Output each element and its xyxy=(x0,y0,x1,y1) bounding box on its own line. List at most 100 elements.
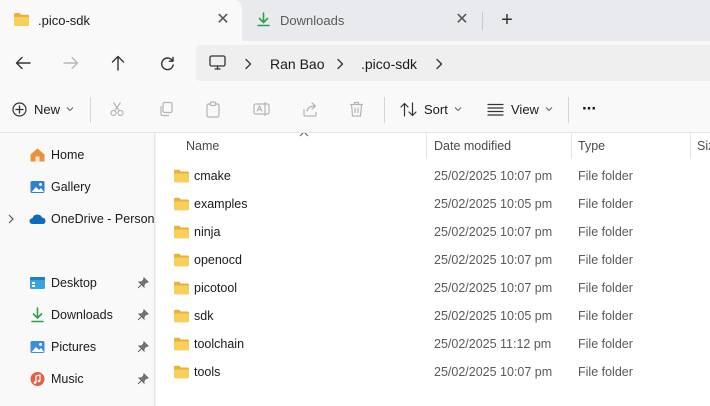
chevron-right-icon[interactable] xyxy=(434,58,444,70)
navigation-pane: Home Gallery OneDrive - Personal Desktop xyxy=(0,133,155,406)
chevron-right-icon[interactable] xyxy=(335,58,345,70)
file-type: File folder xyxy=(578,197,633,211)
pin-icon[interactable] xyxy=(137,341,149,353)
breadcrumb-pico-sdk[interactable]: .pico-sdk xyxy=(361,56,417,72)
arrow-up-icon xyxy=(111,55,125,71)
folder-icon xyxy=(174,253,189,267)
chevron-right-icon[interactable] xyxy=(7,214,15,224)
refresh-button[interactable] xyxy=(155,51,179,75)
address-row: Ran Bao .pico-sdk xyxy=(0,41,710,85)
nav-item-onedrive[interactable]: OneDrive - Personal xyxy=(0,205,154,233)
folder-icon xyxy=(174,337,189,351)
copy-icon xyxy=(160,101,173,117)
close-tab-icon[interactable]: ✕ xyxy=(455,12,469,28)
folder-icon xyxy=(174,365,189,379)
column-header-name[interactable]: Name xyxy=(186,139,219,153)
nav-item-pictures[interactable]: Pictures xyxy=(0,333,154,361)
tab-downloads[interactable]: Downloads ✕ xyxy=(242,0,482,41)
home-icon xyxy=(30,148,45,162)
file-name: cmake xyxy=(194,169,231,183)
table-row[interactable]: ninja 25/02/2025 10:07 pm File folder xyxy=(156,218,710,246)
table-row[interactable]: toolchain 25/02/2025 11:12 pm File folder xyxy=(156,330,710,358)
file-name: picotool xyxy=(194,281,238,295)
file-date-modified: 25/02/2025 10:07 pm xyxy=(434,281,553,295)
cut-button[interactable] xyxy=(109,97,125,121)
chevron-right-icon[interactable] xyxy=(243,58,253,70)
nav-item-desktop[interactable]: Desktop xyxy=(0,269,154,297)
new-label: New xyxy=(34,101,61,117)
share-button[interactable] xyxy=(302,97,318,121)
download-icon xyxy=(31,307,44,323)
pin-icon[interactable] xyxy=(137,309,149,321)
nav-item-label: Desktop xyxy=(51,276,97,290)
download-icon xyxy=(257,12,270,27)
address-bar[interactable]: Ran Bao .pico-sdk xyxy=(196,45,710,81)
column-header-date[interactable]: Date modified xyxy=(434,139,511,153)
tab-label: Downloads xyxy=(280,13,345,28)
file-type: File folder xyxy=(578,225,633,239)
table-row[interactable]: cmake 25/02/2025 10:07 pm File folder xyxy=(156,162,710,190)
tab-pico-sdk[interactable]: .pico-sdk ✕ xyxy=(0,0,242,41)
chevron-down-icon xyxy=(454,107,462,112)
column-header-type[interactable]: Type xyxy=(578,139,605,153)
up-button[interactable] xyxy=(106,51,130,75)
table-row[interactable]: picotool 25/02/2025 10:07 pm File folder xyxy=(156,274,710,302)
breadcrumb-ran-bao[interactable]: Ran Bao xyxy=(270,56,324,72)
close-tab-icon[interactable]: ✕ xyxy=(216,12,230,28)
arrow-right-icon xyxy=(63,56,79,70)
file-type: File folder xyxy=(578,365,633,379)
table-row[interactable]: sdk 25/02/2025 10:05 pm File folder xyxy=(156,302,710,330)
table-row[interactable]: tools 25/02/2025 10:07 pm File folder xyxy=(156,358,710,386)
table-row[interactable]: examples 25/02/2025 10:05 pm File folder xyxy=(156,190,710,218)
scissors-icon xyxy=(110,102,124,117)
file-name: openocd xyxy=(194,253,242,267)
sort-icon xyxy=(400,101,417,117)
arrow-left-icon xyxy=(15,56,31,70)
back-button[interactable] xyxy=(11,51,35,75)
nav-item-label: Gallery xyxy=(51,180,91,194)
more-options-button[interactable]: ··· xyxy=(582,97,597,121)
desktop-icon xyxy=(30,277,45,289)
sort-button[interactable]: Sort xyxy=(400,97,462,121)
view-label: View xyxy=(511,101,539,117)
view-button[interactable]: View xyxy=(487,97,553,121)
file-type: File folder xyxy=(578,253,633,267)
nav-item-home[interactable]: Home xyxy=(0,141,154,169)
column-resize-handle[interactable] xyxy=(426,133,427,159)
trash-icon xyxy=(350,101,363,117)
pictures-icon xyxy=(30,341,45,353)
file-date-modified: 25/02/2025 10:07 pm xyxy=(434,253,553,267)
chevron-down-icon xyxy=(545,107,553,112)
new-tab-icon[interactable]: + xyxy=(497,10,517,30)
paste-button[interactable] xyxy=(205,97,221,121)
file-name: examples xyxy=(194,197,248,211)
folder-icon xyxy=(174,225,189,239)
column-resize-handle[interactable] xyxy=(690,133,691,159)
column-header-size[interactable]: Size xyxy=(697,139,710,153)
file-date-modified: 25/02/2025 10:07 pm xyxy=(434,169,553,183)
nav-item-music[interactable]: Music xyxy=(0,365,154,393)
pin-icon[interactable] xyxy=(137,373,149,385)
pin-icon[interactable] xyxy=(137,277,149,289)
delete-button[interactable] xyxy=(349,97,364,121)
copy-button[interactable] xyxy=(158,97,174,121)
folder-icon xyxy=(174,281,189,295)
file-type: File folder xyxy=(578,337,633,351)
nav-item-label: Home xyxy=(51,148,85,162)
new-button[interactable]: New xyxy=(12,97,74,121)
column-resize-handle[interactable] xyxy=(571,133,572,159)
file-type: File folder xyxy=(578,169,633,183)
folder-icon xyxy=(174,309,189,323)
folder-icon xyxy=(14,13,29,26)
table-row[interactable]: openocd 25/02/2025 10:07 pm File folder xyxy=(156,246,710,274)
view-list-icon xyxy=(487,103,504,116)
tab-label: .pico-sdk xyxy=(38,13,91,28)
nav-item-gallery[interactable]: Gallery xyxy=(0,173,154,201)
file-name: ninja xyxy=(194,225,221,239)
forward-button[interactable] xyxy=(59,51,83,75)
more-icon: ··· xyxy=(582,99,597,118)
nav-item-downloads[interactable]: Downloads xyxy=(0,301,154,329)
divider xyxy=(90,97,91,123)
rename-button[interactable] xyxy=(253,97,270,121)
nav-item-label: Music xyxy=(51,372,84,386)
